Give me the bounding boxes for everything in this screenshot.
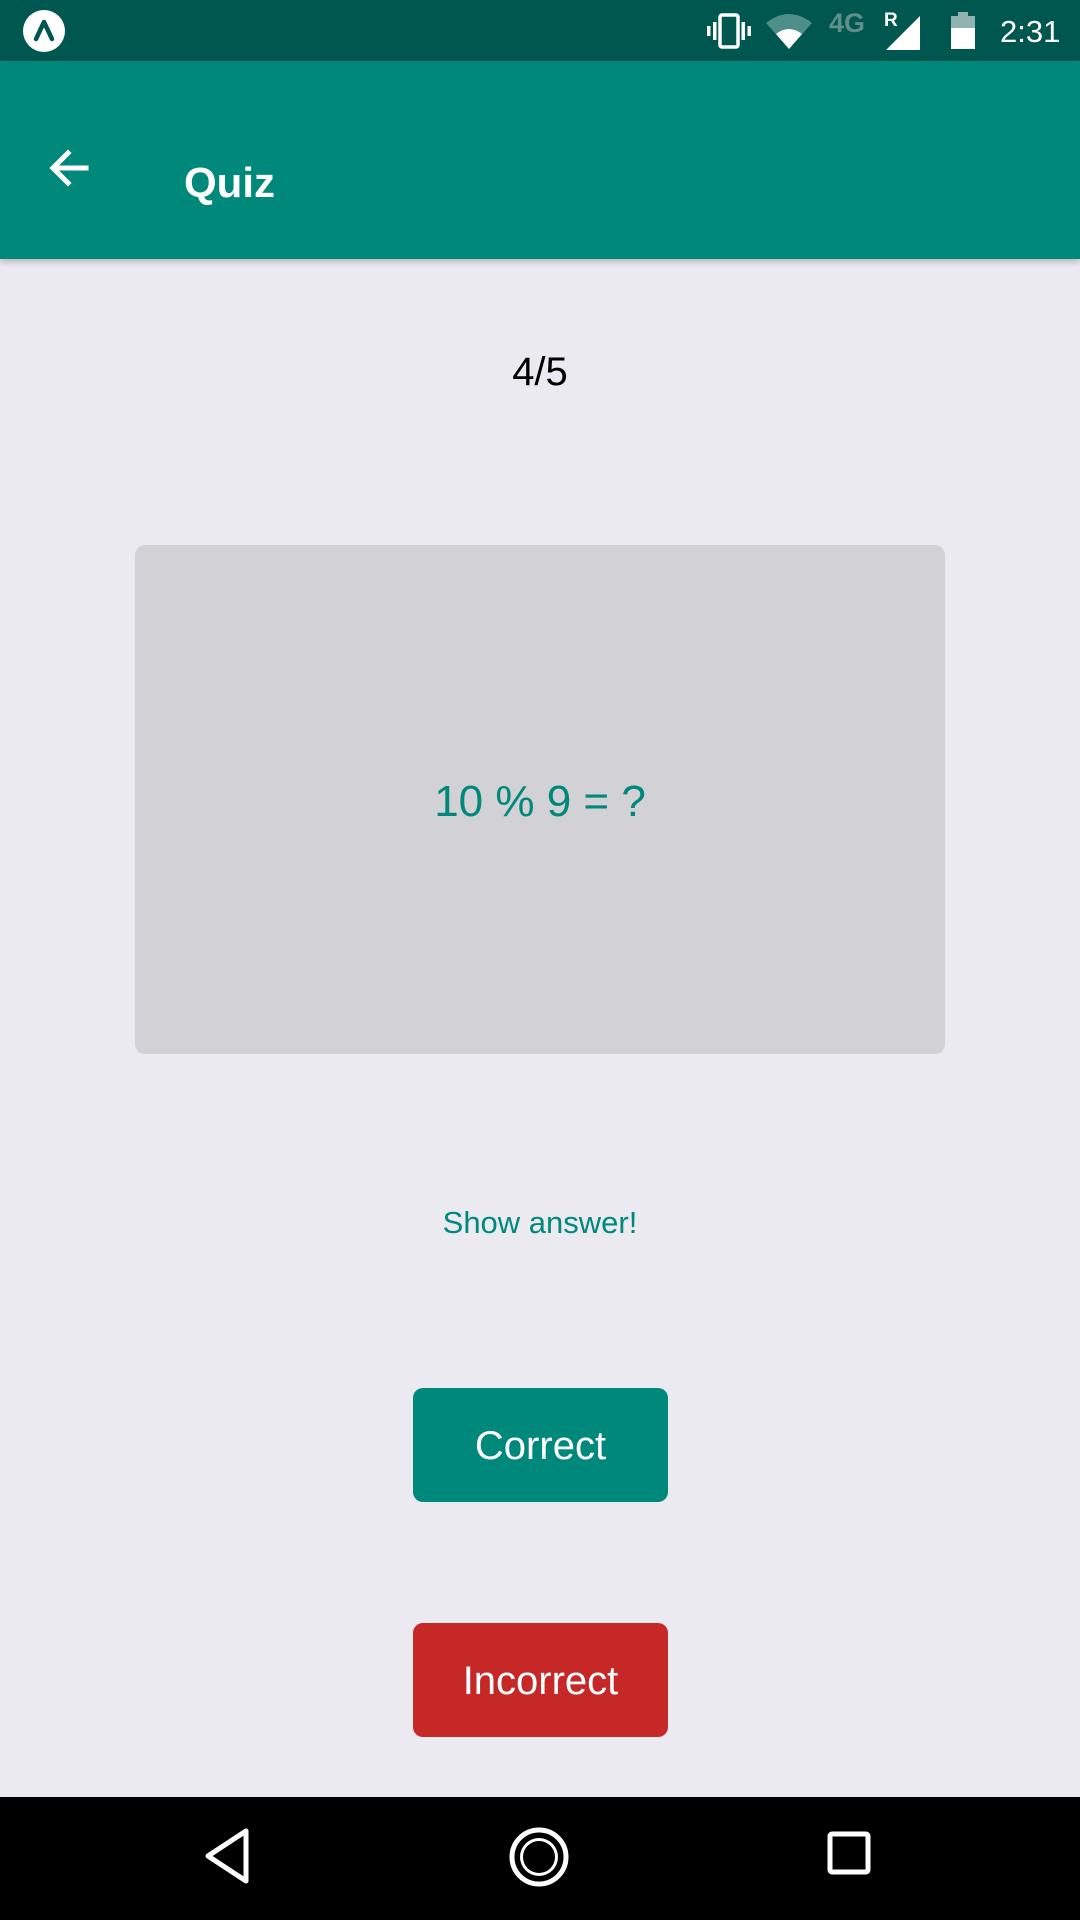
status-bar: 4G R 2:31 bbox=[0, 0, 1080, 61]
network-type-label: 4G bbox=[829, 8, 866, 38]
show-answer-button[interactable]: Show answer! bbox=[390, 1195, 690, 1251]
app-notification-icon bbox=[23, 10, 65, 52]
navigation-bar bbox=[0, 1797, 1080, 1920]
back-triangle-icon[interactable] bbox=[202, 1827, 252, 1885]
recents-square-icon[interactable] bbox=[826, 1830, 872, 1876]
incorrect-button[interactable]: Incorrect bbox=[413, 1623, 668, 1737]
app-bar bbox=[0, 61, 1080, 259]
page-title: Quiz bbox=[184, 159, 275, 206]
correct-button[interactable]: Correct bbox=[413, 1388, 668, 1502]
home-circle-icon[interactable] bbox=[508, 1826, 570, 1888]
wifi-icon bbox=[766, 14, 812, 49]
question-text: 10 % 9 = ? bbox=[434, 777, 646, 826]
roaming-indicator: R bbox=[884, 10, 898, 31]
battery-icon bbox=[951, 12, 975, 49]
status-time: 2:31 bbox=[1000, 14, 1061, 49]
arrow-left-icon bbox=[49, 149, 89, 187]
vibrate-icon bbox=[707, 13, 751, 49]
progress-counter: 4/5 bbox=[512, 350, 568, 394]
back-button[interactable] bbox=[28, 126, 112, 210]
